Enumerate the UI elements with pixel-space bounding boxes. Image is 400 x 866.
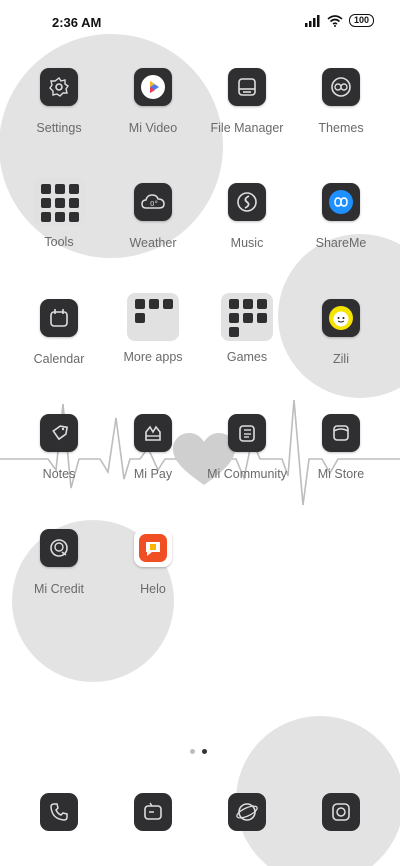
app-mi-credit[interactable]: Mi Credit — [12, 529, 106, 615]
tools-folder-icon — [33, 178, 85, 226]
camera-icon — [332, 803, 350, 821]
messaging-icon — [144, 802, 162, 820]
status-time: 2:36 AM — [52, 15, 102, 30]
app-label: Tools — [44, 235, 74, 249]
app-label: Weather — [129, 236, 177, 250]
folder-games[interactable]: Games — [200, 293, 294, 379]
page-dot[interactable] — [190, 749, 195, 754]
more-apps-folder-icon — [127, 293, 179, 341]
shareme-icon — [322, 183, 360, 221]
dock-camera[interactable] — [322, 793, 360, 831]
browser-icon — [236, 803, 258, 821]
app-label: Mi Pay — [133, 467, 173, 481]
app-settings[interactable]: Settings — [12, 68, 106, 154]
app-label: Themes — [318, 121, 364, 135]
folder-tools[interactable]: Tools — [12, 178, 106, 264]
games-folder-icon — [221, 293, 273, 341]
svg-text:0°: 0° — [150, 200, 158, 208]
app-label: Mi Credit — [33, 582, 84, 596]
settings-icon — [40, 68, 78, 106]
mi-credit-icon — [40, 529, 78, 567]
app-mi-store[interactable]: Mi Store — [294, 414, 388, 500]
wifi-icon — [327, 14, 343, 27]
zili-icon — [322, 299, 360, 337]
app-label: Games — [226, 350, 268, 364]
app-themes[interactable]: Themes — [294, 68, 388, 154]
helo-icon — [134, 529, 172, 567]
app-helo[interactable]: Helo — [106, 529, 200, 615]
mi-community-icon — [228, 414, 266, 452]
dock-messaging[interactable] — [134, 793, 172, 831]
notes-icon — [40, 414, 78, 452]
music-icon — [228, 183, 266, 221]
app-label: Helo — [140, 582, 166, 596]
app-mi-pay[interactable]: Mi Pay — [106, 414, 200, 500]
app-label: File Manager — [210, 121, 284, 135]
weather-icon: 0° — [134, 183, 172, 221]
app-label: Calendar — [33, 352, 85, 366]
page-indicator[interactable] — [190, 749, 207, 754]
battery-icon: 100 — [348, 14, 374, 27]
app-label: Music — [230, 236, 264, 250]
file-manager-icon — [228, 68, 266, 106]
mi-store-icon — [322, 414, 360, 452]
status-icons: 100 — [304, 14, 374, 27]
app-label: Mi Community — [207, 467, 287, 481]
wallpaper-circle — [236, 716, 400, 866]
app-label: Mi Store — [317, 467, 365, 481]
app-label: ShareMe — [315, 236, 367, 250]
app-calendar[interactable]: Calendar — [12, 299, 106, 385]
app-label: Notes — [42, 467, 76, 481]
app-weather[interactable]: 0° Weather — [106, 183, 200, 269]
app-mi-video[interactable]: Mi Video — [106, 68, 200, 154]
app-notes[interactable]: Notes — [12, 414, 106, 500]
mi-pay-icon — [134, 414, 172, 452]
app-zili[interactable]: Zili — [294, 299, 388, 385]
app-label: More apps — [123, 350, 183, 364]
themes-icon — [322, 68, 360, 106]
dock-phone[interactable] — [40, 793, 78, 831]
signal-icon — [304, 14, 320, 27]
phone-icon — [50, 803, 68, 821]
page-dot-active[interactable] — [202, 749, 207, 754]
app-label: Zili — [333, 352, 349, 366]
app-music[interactable]: Music — [200, 183, 294, 269]
dock-browser[interactable] — [228, 793, 266, 831]
app-mi-community[interactable]: Mi Community — [200, 414, 294, 500]
app-file-manager[interactable]: File Manager — [200, 68, 294, 154]
mi-video-icon — [134, 68, 172, 106]
app-shareme[interactable]: ShareMe — [294, 183, 388, 269]
folder-more-apps[interactable]: More apps — [106, 293, 200, 379]
status-bar: 2:36 AM 100 — [0, 0, 400, 44]
calendar-icon — [40, 299, 78, 337]
app-label: Settings — [36, 121, 82, 135]
app-label: Mi Video — [128, 121, 178, 135]
